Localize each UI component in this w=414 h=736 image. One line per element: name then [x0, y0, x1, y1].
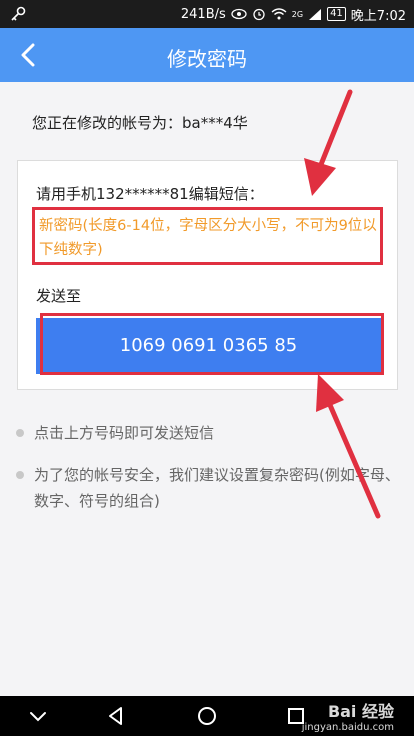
- battery-level: 41: [327, 7, 346, 21]
- eye-icon: [231, 8, 247, 20]
- password-rule-highlight: 新密码(长度6-14位，字母区分大小写，不可为9位以下纯数字): [32, 207, 383, 265]
- network-speed: 241B/s: [180, 6, 226, 22]
- network-badge: 2G: [291, 9, 304, 19]
- wifi-icon: [271, 8, 287, 20]
- watermark-brand: Bai 经验: [327, 702, 394, 721]
- bullet-dot: [16, 471, 24, 479]
- signal-icon: [309, 8, 322, 20]
- status-bar: 241B/s 2G 41 晚上7:02: [0, 0, 414, 28]
- send-to-label: 发送至: [36, 287, 82, 305]
- tip-item: 点击上方号码即可发送短信: [16, 420, 400, 446]
- alarm-icon: [253, 8, 265, 21]
- send-sms-number-button[interactable]: 1069 0691 0365 85: [36, 318, 381, 374]
- baidu-watermark: Bai 经验 jingyan.baidu.com: [302, 698, 394, 733]
- watermark-url: jingyan.baidu.com: [301, 722, 394, 733]
- page-title: 修改密码: [167, 47, 247, 71]
- account-line: 您正在修改的帐号为：ba***4华: [32, 112, 248, 133]
- sms-card: 请用手机132******81编辑短信： 新密码(长度6-14位，字母区分大小写…: [17, 160, 398, 390]
- system-nav-bar: Bai 经验 jingyan.baidu.com: [0, 696, 414, 736]
- hide-keyboard-icon[interactable]: [26, 704, 50, 728]
- bullet-dot: [16, 429, 24, 437]
- account-label: 您正在修改的帐号为：: [32, 114, 183, 132]
- main-content: 您正在修改的帐号为：ba***4华 请用手机132******81编辑短信： 新…: [0, 82, 414, 696]
- tip-text: 点击上方号码即可发送短信: [34, 424, 215, 442]
- account-value: ba***4华: [182, 114, 248, 132]
- sms-instruction: 请用手机132******81编辑短信：: [36, 185, 264, 203]
- tip-text: 为了您的帐号安全，我们建议设置复杂密码(例如字母、数字、符号的组合): [34, 466, 400, 510]
- password-rule-text: 新密码(长度6-14位，字母区分大小写，不可为9位以下纯数字): [39, 218, 377, 258]
- tip-item: 为了您的帐号安全，我们建议设置复杂密码(例如字母、数字、符号的组合): [16, 462, 400, 514]
- key-icon: [11, 6, 26, 21]
- back-triangle-icon[interactable]: [104, 704, 128, 728]
- clock: 晚上7:02: [350, 8, 406, 24]
- app-bar: 修改密码: [0, 28, 414, 82]
- home-circle-icon[interactable]: [195, 704, 219, 728]
